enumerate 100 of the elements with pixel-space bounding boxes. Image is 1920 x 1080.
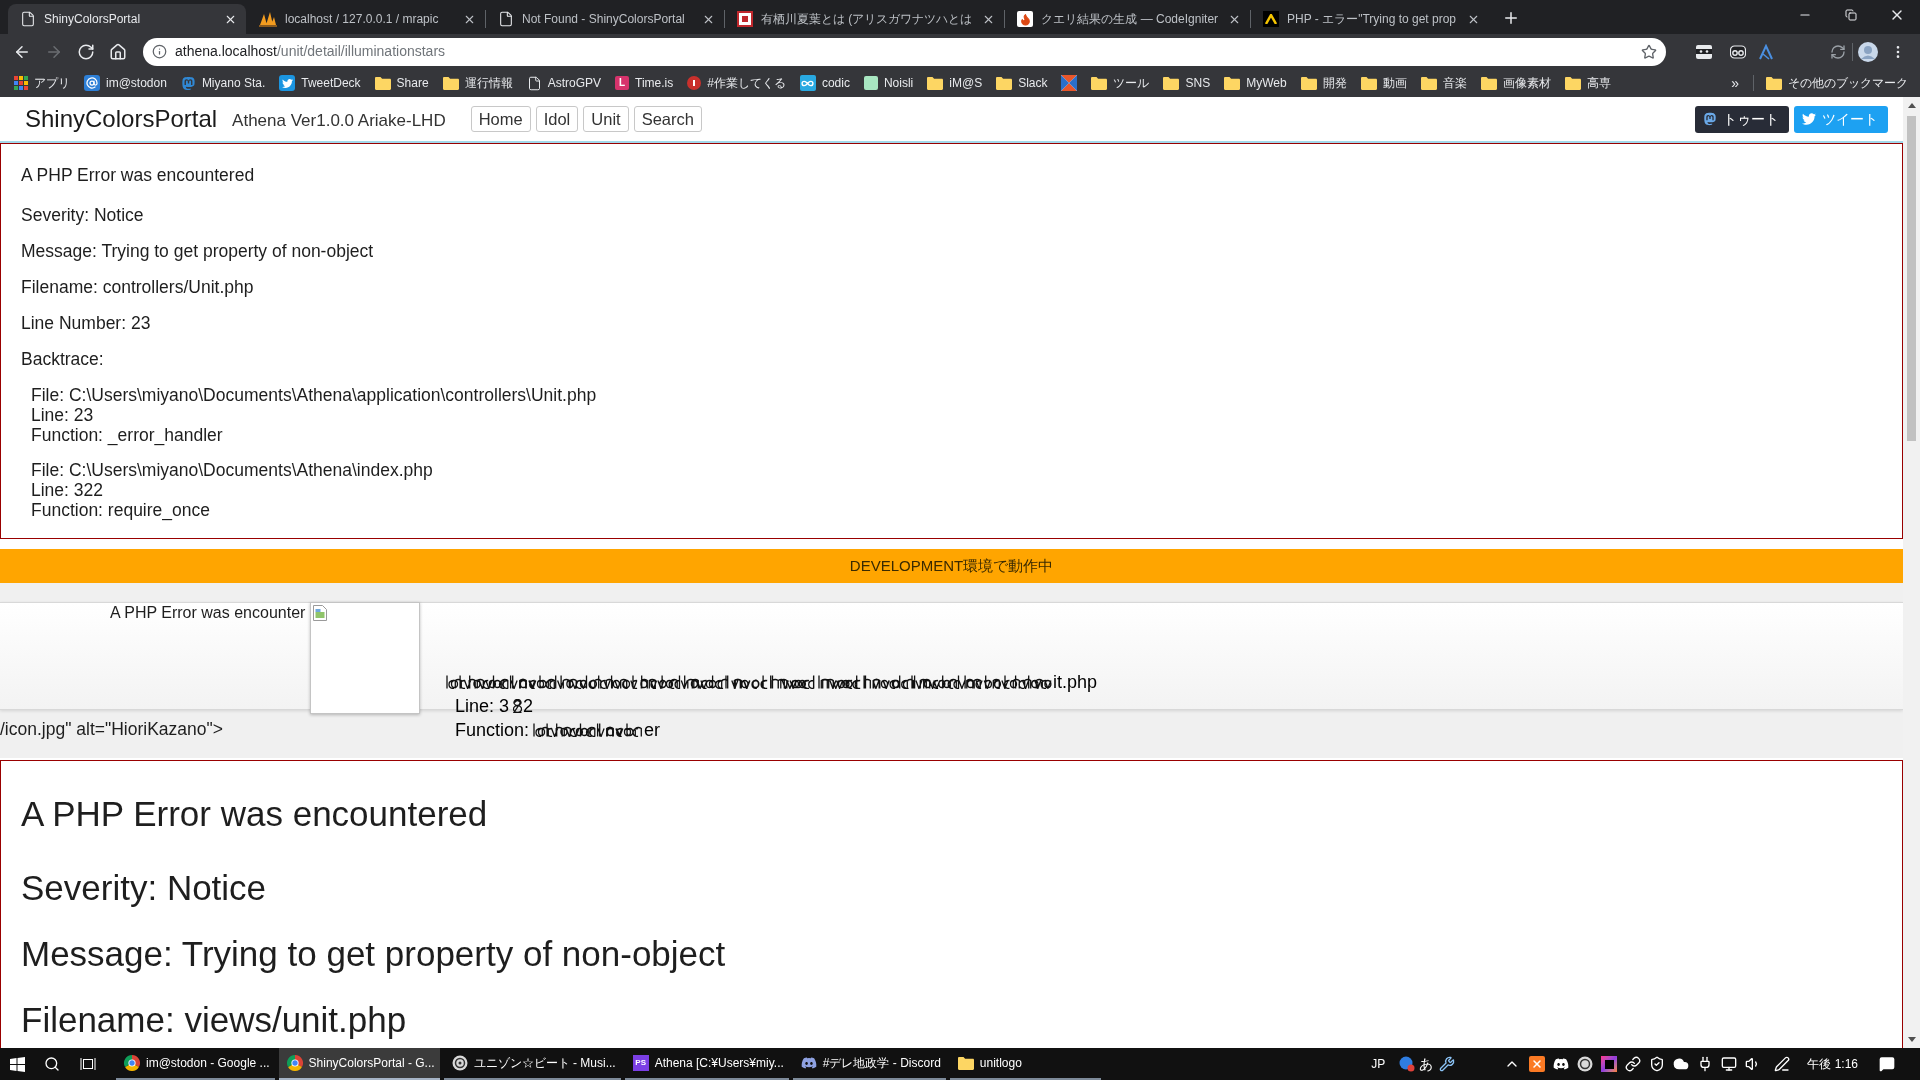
bookmark-item[interactable]: 画像素材 <box>1474 71 1557 95</box>
version-text: Athena Ver1.0.0 Ariake-LHD <box>232 109 446 132</box>
bookmark-item[interactable]: Share <box>368 71 435 95</box>
chat-logo-icon <box>800 1055 817 1071</box>
circle-logo-icon <box>286 1055 303 1071</box>
bookmark-item[interactable]: iM@S <box>921 71 989 95</box>
folder-icon <box>1564 76 1581 90</box>
folder-icon <box>1360 76 1377 90</box>
framed-tile-icon <box>737 11 753 27</box>
bubble-logo-icon <box>180 75 196 91</box>
bookmark-item[interactable]: Noisli <box>857 71 920 95</box>
link-icon[interactable] <box>1625 1056 1642 1072</box>
ime-mode-text[interactable]: あ <box>1419 1053 1434 1075</box>
bookmark-item[interactable]: 動画 <box>1354 71 1413 95</box>
error-detail-text: Message: Trying to get property of non-object <box>21 241 375 261</box>
scroll-down-icon[interactable] <box>1907 1037 1916 1042</box>
folder-icon <box>1480 76 1497 90</box>
overprinted-text: er <box>644 719 661 741</box>
taskbar-app-button[interactable]: unitlogo <box>949 1048 1101 1080</box>
taskbar-app-button[interactable]: im@stodon - Google ... <box>116 1048 275 1080</box>
nav-link-button[interactable]: Unit <box>583 106 629 132</box>
browser-tab[interactable]: 有栖川夏葉とは (アリスガワナツハとは <box>725 4 1005 34</box>
error-detail-text: Backtrace: <box>21 349 105 369</box>
site-title: ShinyColorsPortal <box>25 104 218 134</box>
browser-tab[interactable]: PHP - エラー"Trying to get prop <box>1251 4 1490 34</box>
mask-icon[interactable] <box>1696 43 1712 60</box>
bookmark-item[interactable]: im@stodon <box>78 71 173 95</box>
bookmark-item[interactable]: TweetDeck <box>273 71 367 95</box>
error-detail-text: Severity: Notice <box>21 205 145 225</box>
home-icon <box>109 42 127 61</box>
browser-tab[interactable]: クエリ結果の生成 — CodeIgniter <box>1005 4 1251 34</box>
taskbar-app-button[interactable]: PS Athena [C:¥Users¥miy... <box>624 1048 789 1080</box>
info-icon[interactable] <box>152 44 167 59</box>
folder-icon <box>1091 76 1108 90</box>
error-detail-text: Filename: controllers/Unit.php <box>21 277 255 297</box>
clock-text[interactable]: 午後 1:16 <box>1807 1055 1858 1073</box>
shield-check-icon[interactable] <box>1649 1056 1666 1072</box>
at-sign-icon <box>84 75 100 91</box>
browser-tab[interactable]: Not Found - ShinyColorsPortal <box>486 4 724 34</box>
input-language-text[interactable]: JP <box>1371 1055 1386 1073</box>
toot-button[interactable]: トゥート <box>1695 105 1789 133</box>
bookmark-item[interactable]: その他のブックマーク <box>1760 71 1914 95</box>
bookmark-item[interactable]: 運行情報 <box>436 71 519 95</box>
error-detail-text: Severity: Notice <box>21 868 268 908</box>
folder-icon <box>442 76 459 90</box>
bookmark-item[interactable]: codic <box>793 71 856 95</box>
bird-icon <box>1802 112 1816 126</box>
cross-tile-icon[interactable] <box>1529 1056 1546 1072</box>
disc-icon[interactable] <box>1577 1056 1594 1072</box>
overprinted-text: Line: 3 <box>455 695 510 717</box>
pinwheel-icon <box>1061 75 1078 91</box>
scrollbar-thumb[interactable] <box>1907 116 1916 441</box>
peak-icon[interactable] <box>1758 43 1774 60</box>
scroll-up-icon[interactable] <box>1907 103 1916 108</box>
monitor-icon[interactable] <box>1721 1056 1738 1072</box>
bookmark-item[interactable]: Miyano Sta. <box>174 71 272 95</box>
page-icon <box>20 11 36 27</box>
bookmark-item[interactable]: 開発 <box>1294 71 1353 95</box>
reload-icon <box>77 42 95 61</box>
browser-tab[interactable]: ShinyColorsPortal <box>8 4 246 34</box>
bookmark-item[interactable]: MyWeb <box>1218 71 1293 95</box>
bird-icon <box>279 75 296 91</box>
nav-link-button[interactable]: Home <box>470 106 531 132</box>
bookmark-item[interactable]: 音楽 <box>1414 71 1473 95</box>
sync-icon[interactable] <box>1830 43 1846 60</box>
avatar-icon[interactable] <box>1858 41 1878 62</box>
browser-tab[interactable]: localhost / 127.0.0.1 / mrapic <box>247 4 485 34</box>
chat-logo-icon[interactable] <box>1553 1056 1570 1072</box>
error-heading: A PHP Error was encounter <box>110 603 306 623</box>
star-icon[interactable] <box>1641 43 1657 60</box>
notification-icon[interactable] <box>1879 1056 1895 1072</box>
bookmark-item[interactable]: アプリ <box>8 71 76 95</box>
nav-link-button[interactable]: Search <box>633 106 702 132</box>
wrench-icon[interactable] <box>1439 1056 1456 1072</box>
overprinted-text: Function: <box>455 719 530 741</box>
bookmark-item[interactable]: L Time.is <box>609 71 680 95</box>
grid-icon <box>14 76 28 90</box>
nav-link-button[interactable]: Idol <box>535 106 579 132</box>
goggles-icon[interactable] <box>1730 43 1746 60</box>
letter-tile: PS <box>632 1055 649 1071</box>
taskbar-app-button[interactable]: #デレ地政学 - Discord <box>792 1048 946 1080</box>
bookmark-item[interactable]: ツール <box>1085 71 1156 95</box>
gradient-tile-icon[interactable] <box>1601 1056 1618 1072</box>
bookmark-item[interactable]: AstroGPV <box>520 71 607 95</box>
more-bookmarks-button[interactable]: » <box>1725 71 1745 95</box>
folder-icon <box>1300 76 1317 90</box>
disc-icon <box>451 1055 468 1071</box>
bookmark-item[interactable]: #作業してくる <box>681 71 792 95</box>
trace-file-text: File: C:\Users\miyano\Documents\Athena\index.php <box>31 460 433 480</box>
taskbar-app-button[interactable]: ユニゾン☆ビート - Musi... <box>443 1048 621 1080</box>
ball-icon[interactable] <box>1399 1056 1416 1072</box>
bookmark-item[interactable]: SNS <box>1157 71 1217 95</box>
address-bar[interactable]: athena.localhost/unit/detail/illuminationstars <box>143 37 1666 66</box>
bookmark-item[interactable]: Slack <box>990 71 1054 95</box>
folder-icon <box>996 76 1013 90</box>
trace-function-text: Function: _error_handler <box>31 425 223 445</box>
pen-icon[interactable] <box>1774 1056 1791 1072</box>
cloud-icon[interactable] <box>1673 1056 1690 1072</box>
bookmark-item[interactable]: 高専 <box>1558 71 1617 95</box>
taskbar-app-button[interactable]: ShinyColorsPortal - G... <box>278 1048 440 1080</box>
